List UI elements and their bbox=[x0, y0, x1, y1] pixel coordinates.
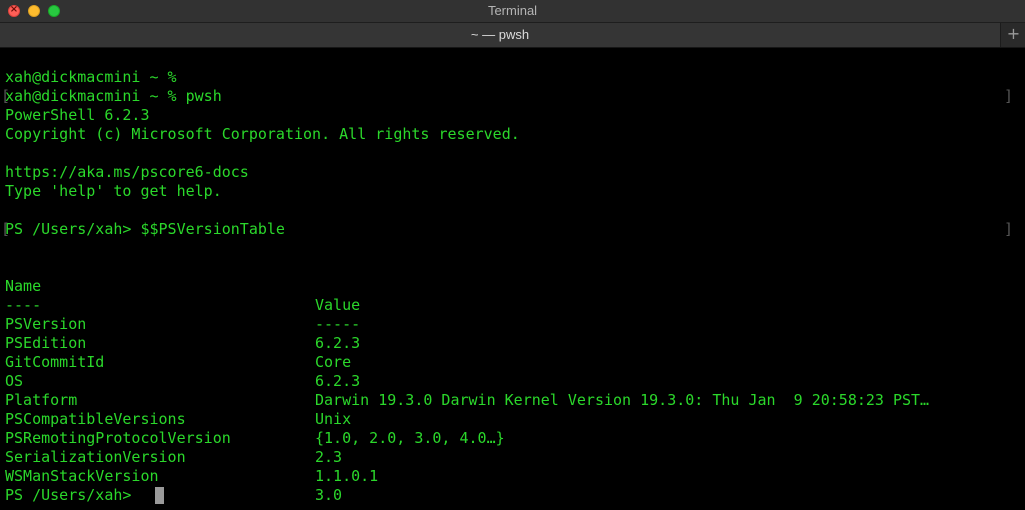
tab-bar: ~ — pwsh + bbox=[0, 23, 1025, 48]
line-mark-left: [ bbox=[1, 87, 11, 105]
terminal-line: PS /Users/xah> $$PSVersionTable bbox=[5, 220, 285, 238]
table-row: PSCompatibleVersions {1.0, 2.0, 3.0, 4.0… bbox=[0, 391, 1000, 447]
plus-icon: + bbox=[1006, 24, 1021, 43]
new-tab-button[interactable]: + bbox=[1002, 23, 1025, 47]
row-value: 3.0 bbox=[315, 486, 343, 504]
row-name: WSManStackVersion bbox=[5, 467, 159, 485]
table-header-row: Name Value bbox=[0, 258, 1000, 314]
row-value: 1.1.0.1 bbox=[315, 467, 379, 485]
terminal-line: PowerShell 6.2.3 bbox=[5, 106, 150, 124]
terminal-line: xah@dickmacmini ~ % pwsh bbox=[5, 87, 222, 105]
line-mark-left: [ bbox=[1, 220, 11, 238]
text-cursor bbox=[155, 487, 164, 504]
terminal-line: Type 'help' to get help. bbox=[5, 182, 222, 200]
title-bar: × Terminal bbox=[0, 0, 1025, 23]
scrollbar-track[interactable] bbox=[1010, 48, 1025, 510]
table-row: WSManStackVersion 3.0 bbox=[0, 448, 1000, 504]
tab-pwsh[interactable]: ~ — pwsh bbox=[0, 23, 1001, 47]
table-row: PSRemotingProtocolVersion 2.3 bbox=[0, 410, 1000, 466]
terminal-line: https://aka.ms/pscore6-docs bbox=[5, 163, 249, 181]
command-prompt: PS /Users/xah> bbox=[5, 486, 141, 504]
line-mark-right: ] bbox=[1004, 220, 1014, 238]
tab-label: ~ — pwsh bbox=[470, 27, 530, 42]
window-title: Terminal bbox=[487, 3, 538, 18]
table-row: PSVersion 6.2.3 bbox=[0, 296, 1000, 352]
line-mark-right: ] bbox=[1004, 87, 1014, 105]
table-row: OS Darwin 19.3.0 Darwin Kernel Version 1… bbox=[0, 353, 1005, 409]
terminal-window: × Terminal ~ — pwsh + xah@dickmacmini ~ … bbox=[0, 0, 1025, 510]
table-separator-row: ---- ----- bbox=[0, 277, 1000, 333]
table-row: Platform Unix bbox=[0, 372, 1000, 428]
table-row: GitCommitId 6.2.3 bbox=[0, 334, 1000, 390]
table-row: SerializationVersion 1.1.0.1 bbox=[0, 429, 1000, 485]
terminal-line: Copyright (c) Microsoft Corporation. All… bbox=[5, 125, 520, 143]
terminal-line: xah@dickmacmini ~ % bbox=[5, 68, 177, 86]
table-row: PSEdition Core bbox=[0, 315, 1000, 371]
